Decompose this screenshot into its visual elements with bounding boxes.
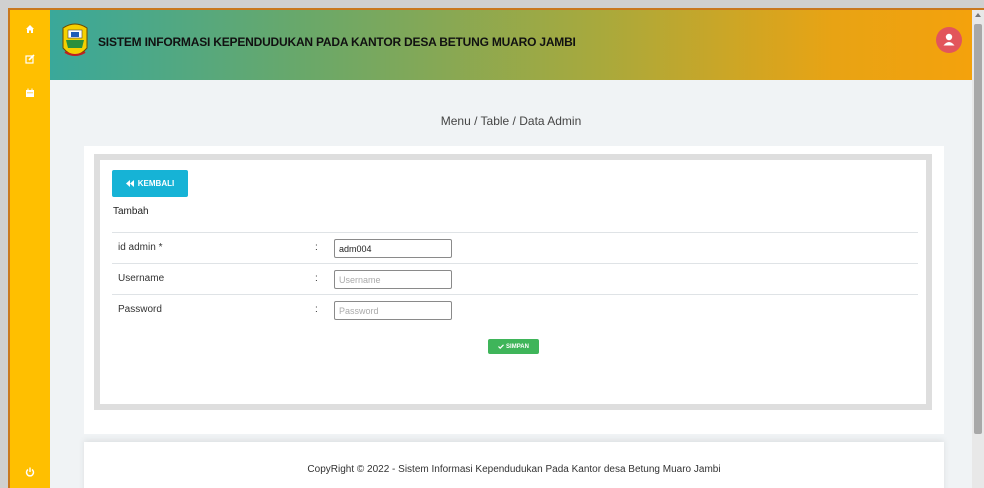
scroll-up-arrow[interactable] bbox=[975, 13, 981, 17]
id-admin-label: id admin * bbox=[118, 242, 163, 253]
home-icon[interactable] bbox=[10, 24, 50, 34]
user-icon bbox=[943, 33, 955, 46]
id-admin-input[interactable] bbox=[334, 239, 452, 258]
back-button-label: KEMBALI bbox=[137, 179, 175, 188]
footer: CopyRight © 2022 - Sistem Informasi Kepe… bbox=[84, 442, 944, 488]
password-label: Password bbox=[118, 304, 162, 315]
check-icon bbox=[498, 344, 504, 349]
edit-icon[interactable] bbox=[10, 54, 50, 64]
form-card: KEMBALI Tambah id admin * : Username : P… bbox=[84, 146, 944, 434]
save-button[interactable]: SIMPAN bbox=[488, 339, 539, 354]
footer-copyright: CopyRight © 2022 - Sistem Informasi Kepe… bbox=[307, 464, 721, 475]
top-header: SISTEM INFORMASI KEPENDUDUKAN PADA KANTO… bbox=[50, 10, 972, 80]
back-button[interactable]: KEMBALI bbox=[112, 170, 188, 197]
username-colon: : bbox=[315, 273, 318, 284]
form-panel: KEMBALI Tambah id admin * : Username : P… bbox=[94, 154, 932, 410]
sidebar bbox=[10, 10, 50, 488]
user-avatar[interactable] bbox=[936, 27, 962, 53]
scroll-thumb[interactable] bbox=[974, 24, 982, 434]
save-button-label: SIMPAN bbox=[506, 343, 529, 350]
breadcrumb: Menu / Table / Data Admin bbox=[440, 114, 582, 128]
form-row-id-admin: id admin * : bbox=[112, 232, 918, 263]
form-row-password: Password : bbox=[112, 294, 918, 325]
password-colon: : bbox=[315, 304, 318, 315]
form-heading: Tambah bbox=[113, 206, 149, 217]
double-left-arrow-icon bbox=[125, 180, 134, 187]
username-label: Username bbox=[118, 273, 165, 284]
page-scrollbar[interactable] bbox=[972, 10, 984, 488]
username-input[interactable] bbox=[334, 270, 452, 289]
form-row-username: Username : bbox=[112, 263, 918, 294]
regency-logo bbox=[60, 22, 90, 62]
id-admin-colon: : bbox=[315, 242, 318, 253]
password-input[interactable] bbox=[334, 301, 452, 320]
power-icon[interactable] bbox=[10, 467, 50, 477]
calendar-icon[interactable] bbox=[10, 88, 50, 98]
app-window: SISTEM INFORMASI KEPENDUDUKAN PADA KANTO… bbox=[8, 8, 984, 488]
app-title: SISTEM INFORMASI KEPENDUDUKAN PADA KANTO… bbox=[98, 35, 576, 49]
